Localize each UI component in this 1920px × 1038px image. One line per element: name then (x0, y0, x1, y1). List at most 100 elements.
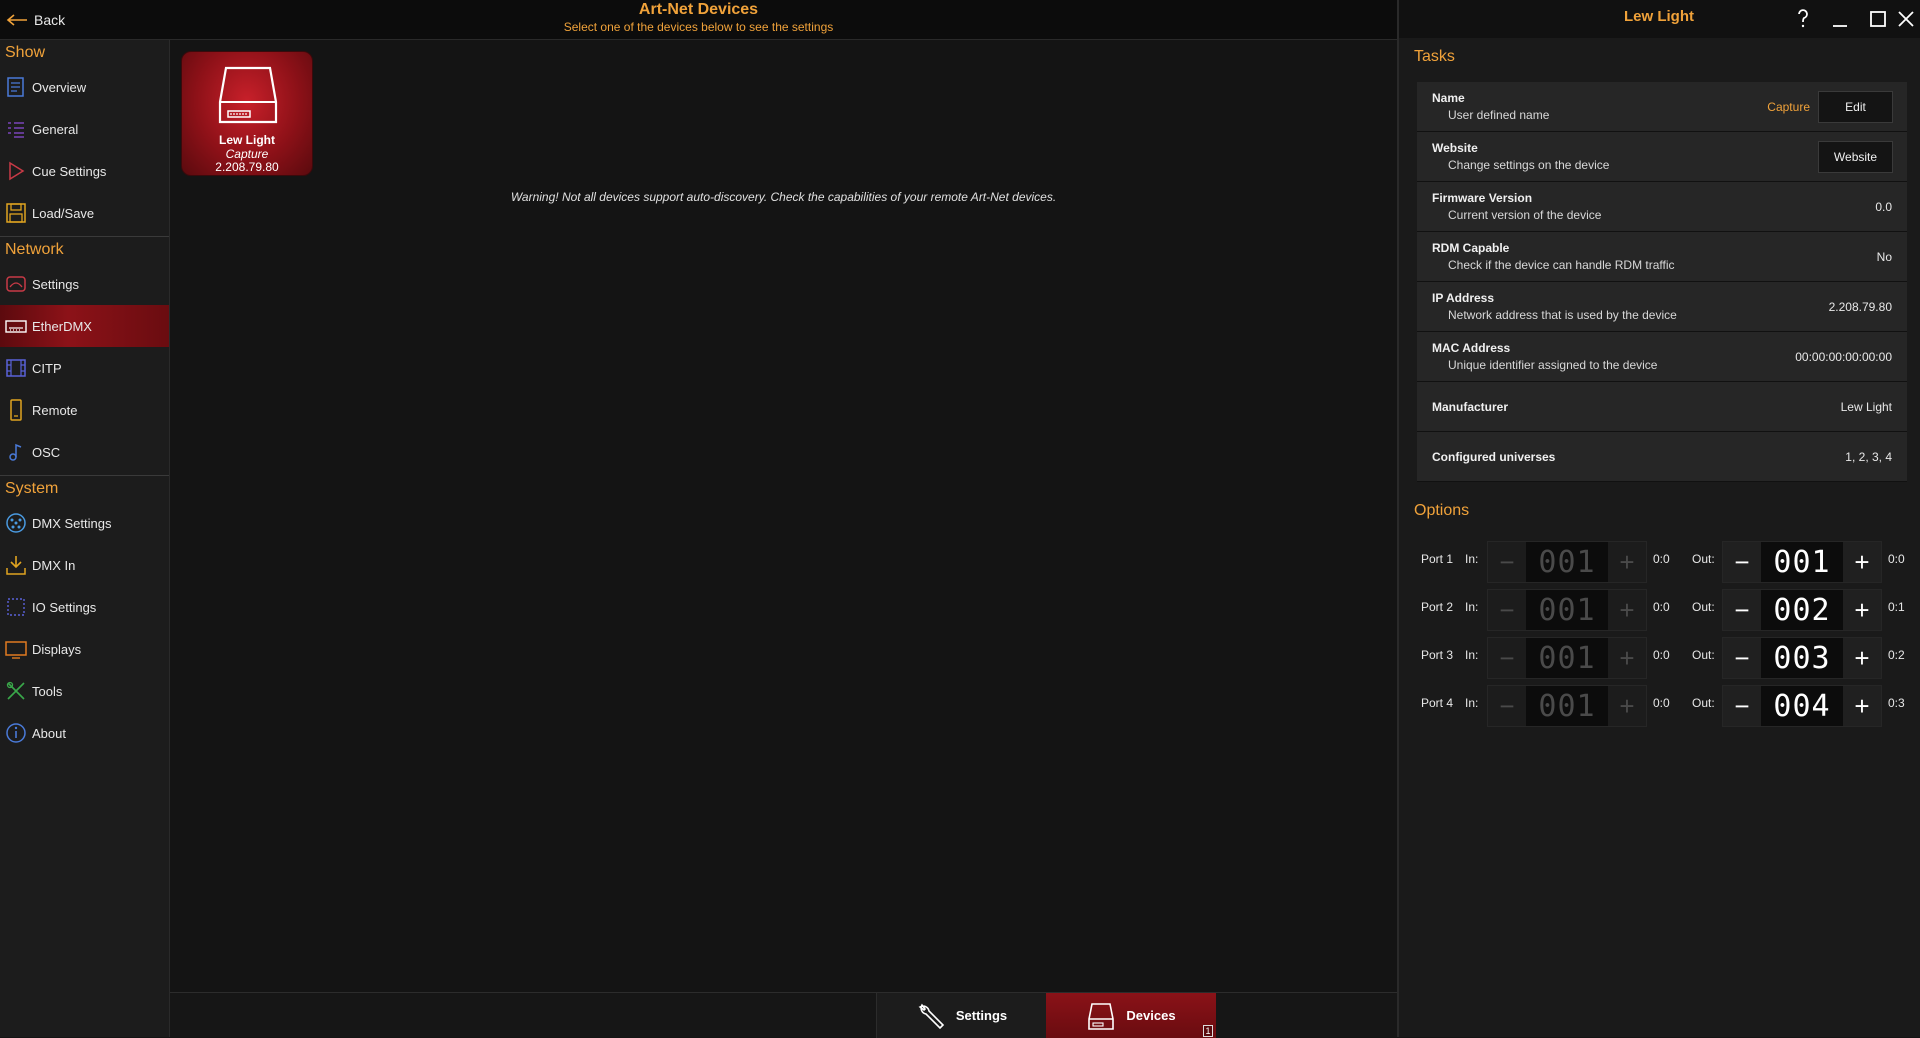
sidebar-item-about[interactable]: About (0, 712, 169, 754)
sidebar-item-general[interactable]: General (0, 108, 169, 150)
device-settings-panel: Lew Light Tasks Name User defined name C… (1397, 0, 1920, 1037)
tab-settings[interactable]: Settings (876, 993, 1046, 1038)
page-subtitle: Select one of the devices below to see t… (563, 20, 834, 34)
task-value: 0.0 (1875, 200, 1892, 214)
port-in-value: 001 (1538, 640, 1596, 676)
device-icon (218, 66, 278, 124)
close-button[interactable] (1893, 6, 1919, 32)
sidebar-item-label: Overview (32, 79, 87, 95)
help-button[interactable] (1790, 6, 1816, 32)
tasks-title: Tasks (1414, 48, 1455, 65)
sidebar-item-etherdmx[interactable]: EtherDMX (0, 305, 169, 347)
in-label: In: (1465, 552, 1479, 566)
port-row: Port 1 In: − 001 + 0:0 Out: − 001 + 0:0 (1409, 538, 1919, 586)
maximize-button[interactable] (1865, 6, 1891, 32)
sidebar-item-citp[interactable]: CITP (0, 347, 169, 389)
minus-icon[interactable]: − (1723, 686, 1761, 726)
edit-button[interactable]: Edit (1818, 91, 1893, 123)
minus-icon[interactable]: − (1488, 686, 1526, 726)
tasks-list: Name User defined name Capture Edit Webs… (1417, 82, 1907, 482)
sidebar-item-displays[interactable]: Displays (0, 628, 169, 670)
section-title-system: System (5, 480, 59, 497)
device-tile[interactable]: Lew Light Capture 2.208.79.80 (181, 51, 313, 176)
task-row-universes: Configured universes 1, 2, 3, 4 (1417, 432, 1907, 482)
task-name: Firmware Version (1432, 191, 1533, 205)
page-title: Art-Net Devices (638, 1, 759, 18)
sidebar-item-label: EtherDMX (32, 318, 92, 334)
sidebar-item-label: CITP (32, 360, 62, 376)
port-out-value: 003 (1773, 640, 1831, 676)
port-row: Port 3 In: − 001 + 0:0 Out: − 003 + 0:2 (1409, 634, 1919, 682)
minimize-button[interactable] (1827, 6, 1853, 32)
port-out-value: 004 (1773, 688, 1831, 724)
devices-count-badge: 1 (1203, 1025, 1213, 1037)
sidebar-item-label: IO Settings (32, 599, 97, 615)
sidebar-item-label: DMX In (32, 557, 76, 573)
io-settings-icon (7, 598, 25, 616)
task-row-manufacturer: Manufacturer Lew Light (1417, 382, 1907, 432)
port-label: Port 4 (1421, 696, 1454, 710)
port-out-value: 001 (1773, 544, 1831, 580)
sidebar-item-label: Cue Settings (32, 163, 107, 179)
section-title-show: Show (5, 44, 46, 61)
sidebar-item-settings[interactable]: Settings (0, 263, 169, 305)
task-name: Configured universes (1432, 450, 1556, 464)
minus-icon[interactable]: − (1723, 638, 1761, 678)
plus-icon[interactable]: + (1608, 590, 1646, 630)
task-value: 1, 2, 3, 4 (1845, 450, 1892, 464)
panel-header: Lew Light (1399, 0, 1920, 38)
sidebar-item-label: DMX Settings (32, 515, 112, 531)
sidebar-item-osc[interactable]: OSC (0, 431, 169, 473)
sidebar-item-remote[interactable]: Remote (0, 389, 169, 431)
minus-icon[interactable]: − (1488, 638, 1526, 678)
plus-icon[interactable]: + (1608, 686, 1646, 726)
task-desc: Unique identifier assigned to the device (1448, 358, 1658, 372)
tab-devices[interactable]: Devices 1 (1046, 993, 1216, 1038)
minus-icon[interactable]: − (1488, 542, 1526, 582)
sidebar-item-label: Remote (32, 402, 78, 418)
dmx-in-icon (6, 556, 26, 575)
port-in-stepper: − 001 + (1487, 637, 1647, 679)
port-in-address: 0:0 (1653, 696, 1670, 710)
sidebar-item-label: General (32, 121, 79, 137)
port-in-stepper: − 001 + (1487, 541, 1647, 583)
plus-icon[interactable]: + (1843, 638, 1881, 678)
task-value: 2.208.79.80 (1828, 300, 1892, 314)
sidebar-item-cue-settings[interactable]: Cue Settings (0, 150, 169, 192)
task-desc: Change settings on the device (1448, 158, 1610, 172)
port-in-stepper: − 001 + (1487, 589, 1647, 631)
task-row-website: Website Change settings on the device We… (1417, 132, 1907, 182)
minimize-icon (1833, 25, 1847, 27)
minus-icon[interactable]: − (1723, 542, 1761, 582)
port-in-address: 0:0 (1653, 552, 1670, 566)
sidebar-item-overview[interactable]: Overview (0, 66, 169, 108)
device-area: Lew Light Capture 2.208.79.80 Warning! N… (170, 40, 1397, 992)
minus-icon[interactable]: − (1723, 590, 1761, 630)
plus-icon[interactable]: + (1843, 686, 1881, 726)
task-row-ip: IP Address Network address that is used … (1417, 282, 1907, 332)
sidebar-item-dmx-in[interactable]: DMX In (0, 544, 169, 586)
out-label: Out: (1692, 552, 1715, 566)
task-value: Lew Light (1840, 400, 1892, 414)
minus-icon[interactable]: − (1488, 590, 1526, 630)
tab-devices-label: Devices (1126, 1008, 1176, 1023)
sidebar-item-load-save[interactable]: Load/Save (0, 192, 169, 234)
website-button[interactable]: Website (1818, 141, 1893, 173)
plus-icon[interactable]: + (1608, 542, 1646, 582)
out-label: Out: (1692, 696, 1715, 710)
plus-icon[interactable]: + (1843, 542, 1881, 582)
port-out-address: 0:1 (1888, 600, 1905, 614)
remote-icon (10, 399, 22, 421)
plus-icon[interactable]: + (1608, 638, 1646, 678)
plus-icon[interactable]: + (1843, 590, 1881, 630)
sidebar-item-io-settings[interactable]: IO Settings (0, 586, 169, 628)
sidebar-item-label: Load/Save (32, 205, 95, 221)
sidebar-item-tools[interactable]: Tools (0, 670, 169, 712)
about-icon (6, 723, 26, 743)
help-icon (1798, 9, 1808, 28)
port-out-stepper: − 001 + (1722, 541, 1882, 583)
general-icon (8, 122, 24, 138)
sidebar-item-dmx-settings[interactable]: DMX Settings (0, 502, 169, 544)
device-name: Lew Light (219, 133, 275, 147)
sidebar: Show Overview General Cue Settings Load/… (0, 40, 170, 1037)
